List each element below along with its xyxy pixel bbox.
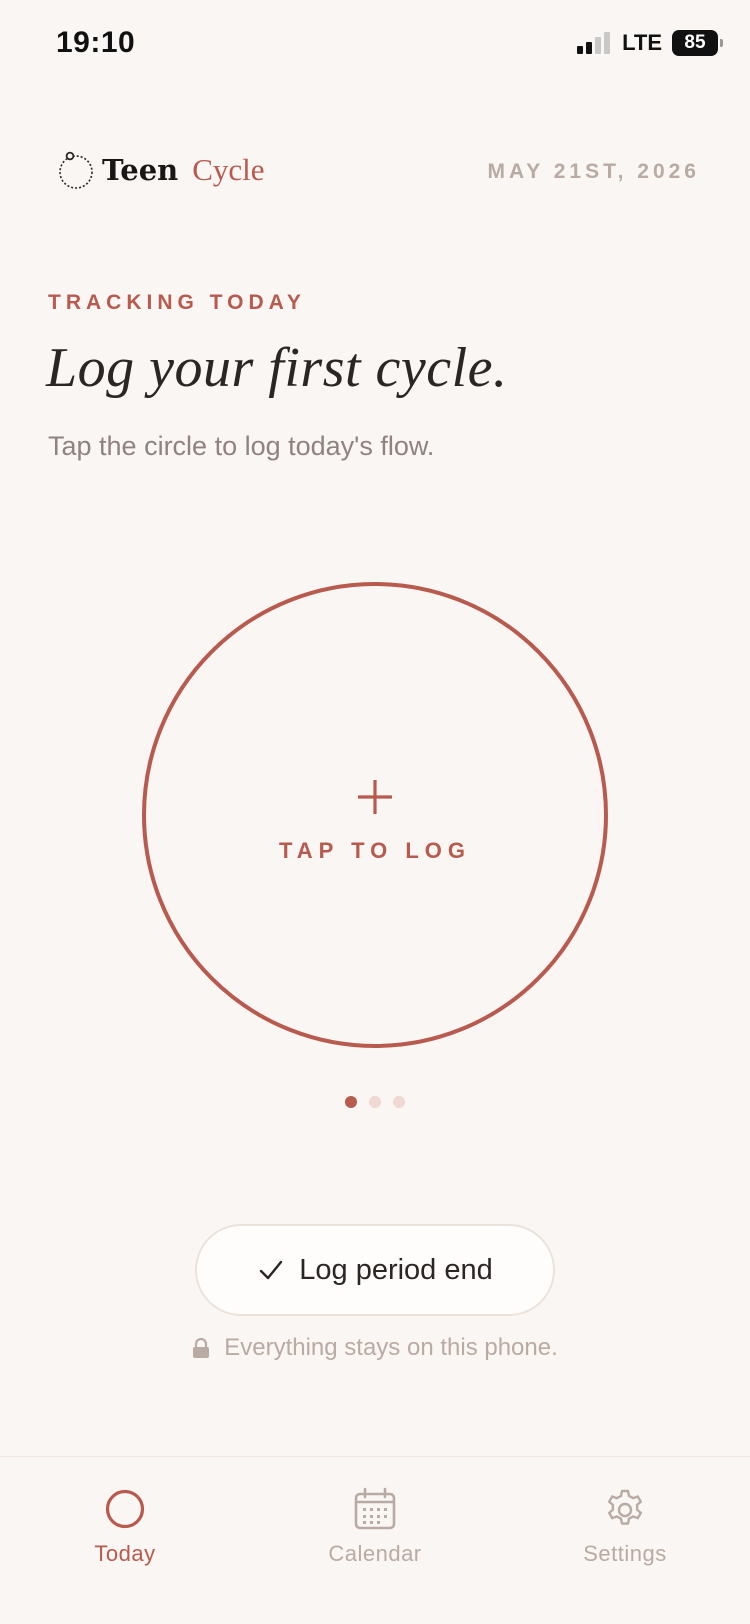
- page-title: Log your first cycle.: [46, 337, 508, 399]
- log-period-end-button[interactable]: Log period end: [195, 1224, 555, 1316]
- plus-icon: [358, 780, 392, 814]
- log-period-end-label: Log period end: [299, 1253, 493, 1286]
- page-dot-3[interactable]: [393, 1096, 405, 1108]
- tab-bar: Today Calendar Settings: [0, 1456, 750, 1624]
- status-indicators: LTE 85: [577, 30, 723, 56]
- circle-icon: [105, 1489, 145, 1529]
- tap-to-log-label: TAP TO LOG: [278, 838, 471, 863]
- brand-name: Teen: [102, 153, 179, 187]
- current-date: MAY 21ST, 2026: [487, 160, 700, 183]
- page-dot-1[interactable]: [345, 1096, 357, 1108]
- checkmark-icon: [260, 1260, 283, 1280]
- battery-level: 85: [684, 32, 706, 53]
- network-type: LTE: [622, 30, 662, 55]
- page-dot-2[interactable]: [369, 1096, 381, 1108]
- tap-to-log-button[interactable]: TAP TO LOG: [142, 582, 608, 1048]
- tab-settings[interactable]: Settings: [545, 1487, 705, 1567]
- tab-today-label: Today: [94, 1541, 156, 1566]
- privacy-text: Everything stays on this phone.: [224, 1334, 558, 1361]
- page-indicator: [0, 1096, 750, 1108]
- section-eyebrow: TRACKING TODAY: [48, 291, 306, 314]
- tab-settings-label: Settings: [583, 1541, 667, 1566]
- brand-logo-wordmark: Teen Cycle: [56, 150, 265, 190]
- signal-icon: [577, 32, 611, 54]
- lock-icon: [193, 1337, 210, 1358]
- tab-calendar-label: Calendar: [328, 1541, 422, 1566]
- gear-icon: [608, 1489, 642, 1525]
- page-subtitle: Tap the circle to log today's flow.: [48, 431, 435, 461]
- brand-accent: Cycle: [192, 152, 265, 187]
- tab-today[interactable]: Today: [45, 1487, 205, 1567]
- privacy-note: Everything stays on this phone.: [0, 1334, 750, 1362]
- calendar-icon: [354, 1487, 396, 1530]
- cycle-logo-icon: [59, 151, 93, 189]
- screen: 19:10 LTE 85 Teen Cycle MAY 21ST, 2026 T…: [0, 0, 750, 1624]
- status-time: 19:10: [56, 26, 136, 59]
- tab-calendar[interactable]: Calendar: [295, 1487, 455, 1567]
- battery-icon: 85: [672, 30, 723, 56]
